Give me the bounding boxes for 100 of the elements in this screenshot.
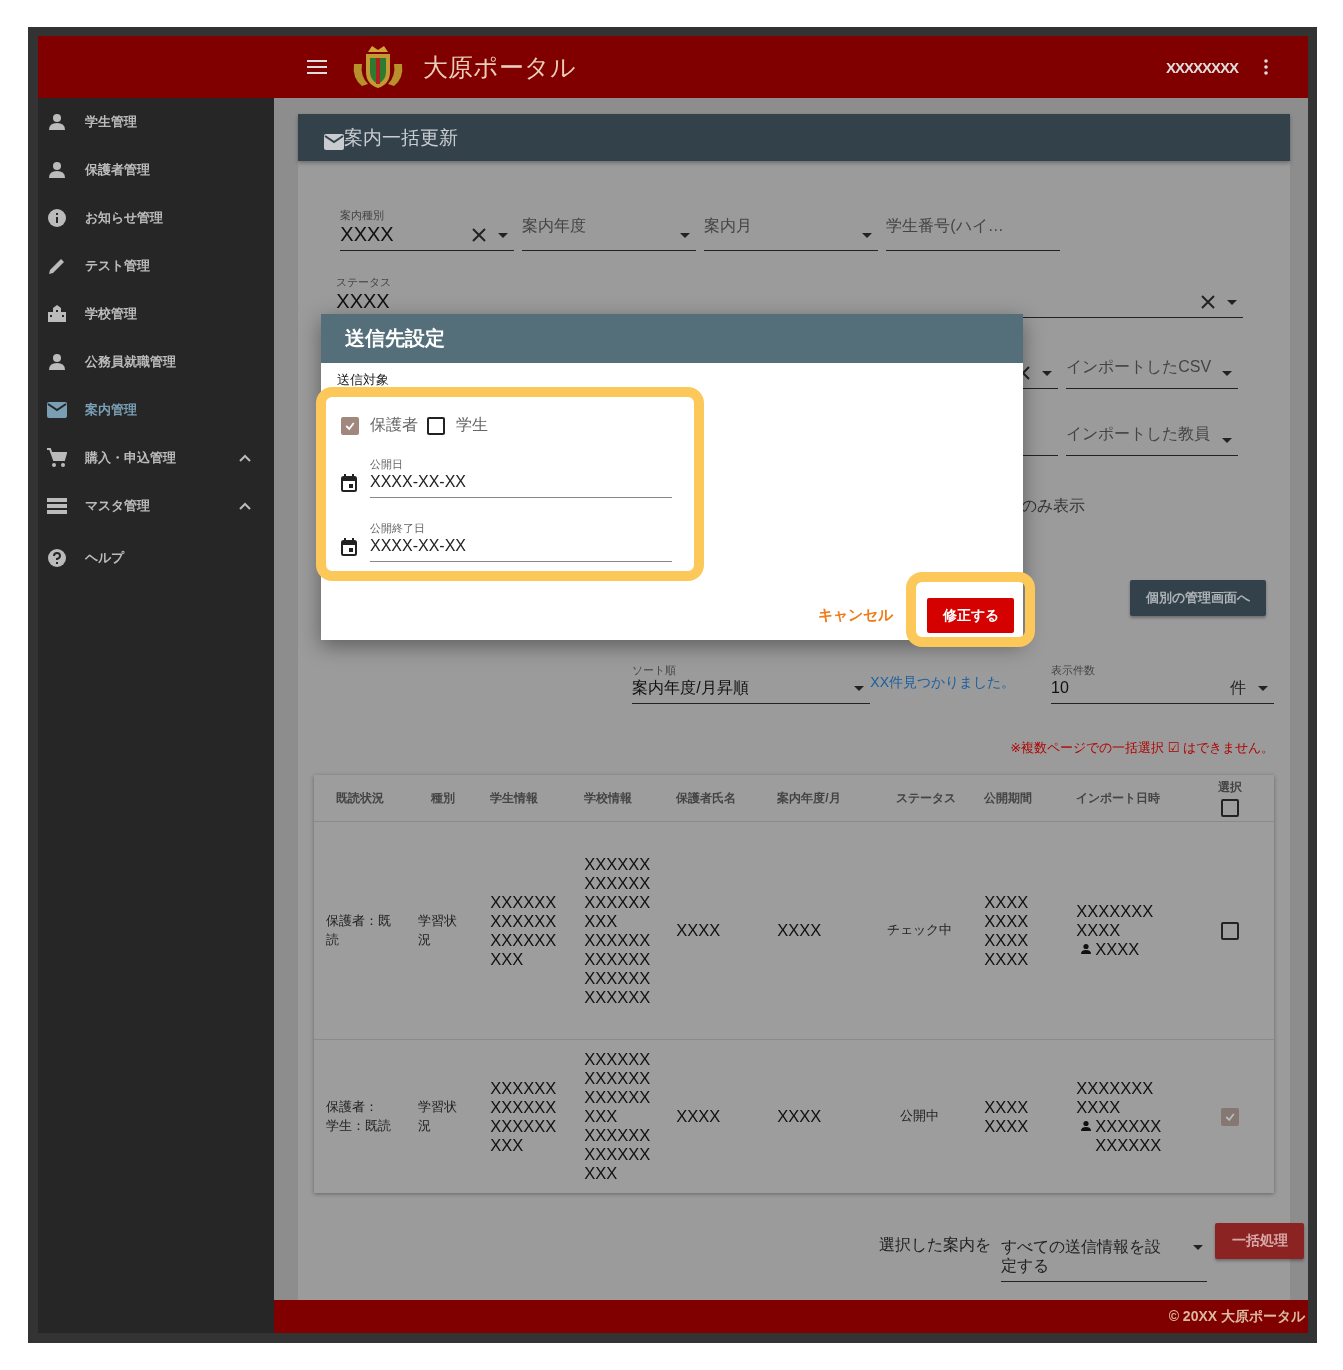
table-cell-text: XXXXXXXXXXXXXXXXXXXXX XXXXXXXXXXXXXXX	[584, 1050, 652, 1183]
sort-field[interactable]: ソート順 案内年度/月昇順	[632, 656, 871, 704]
filter-field[interactable]: 案内年度	[522, 205, 697, 251]
column-header: 既読状況	[336, 789, 385, 807]
clear-icon[interactable]	[1201, 295, 1216, 309]
sidebar-item[interactable]: お知らせ管理	[38, 194, 275, 242]
caret-icon[interactable]	[680, 233, 691, 238]
caret-icon[interactable]	[1222, 438, 1233, 443]
import-date: XXXX	[1076, 921, 1122, 940]
copyright-text: © 20XX 大原ポータル	[1168, 1307, 1305, 1326]
import-date: XXXX	[1076, 1097, 1122, 1117]
sidebar-item[interactable]: 学校管理	[38, 290, 275, 338]
table-cell-text: 保護者：既読	[326, 912, 393, 949]
per-page-field[interactable]: 表示件数 10 件	[1051, 656, 1274, 704]
importer-name: XXXXXXXXXXXX	[1095, 1116, 1163, 1155]
section-label: 送信対象	[337, 371, 389, 389]
caret-icon[interactable]	[498, 233, 509, 238]
table-cell: XXXX	[777, 921, 822, 940]
column-header: 選択	[1218, 779, 1243, 796]
calendar-icon[interactable]	[341, 538, 357, 556]
sidebar-item[interactable]: テスト管理	[38, 242, 275, 290]
import-date: XXXXXXX	[1076, 1078, 1155, 1098]
caret-icon[interactable]	[1258, 686, 1268, 691]
select-all-checkbox[interactable]	[1221, 799, 1240, 817]
row-checkbox[interactable]	[1221, 1107, 1240, 1126]
chevron-up-icon[interactable]	[239, 454, 252, 462]
notice-text: ※複数ページでの一括選択 ☑ はできません。	[1010, 739, 1274, 757]
sidebar-item[interactable]: 案内管理	[38, 386, 275, 434]
caret-icon[interactable]	[1227, 300, 1238, 305]
person-icon	[47, 352, 67, 372]
mail-icon	[324, 133, 345, 150]
mail-icon	[47, 402, 67, 418]
more-menu-icon[interactable]	[1264, 59, 1268, 75]
bulk-action-label: 選択した案内を	[879, 1235, 991, 1255]
page-title: 案内一括更新	[344, 125, 459, 150]
caret-icon[interactable]	[1222, 371, 1233, 376]
table-cell: XXXX	[777, 1107, 822, 1126]
column-header: 案内年度/月	[777, 789, 841, 807]
filter-field[interactable]: インポートしたCSV	[1066, 350, 1239, 389]
column-header: 保護者氏名	[676, 789, 737, 807]
filter-field[interactable]: 案内種別 XXXX	[340, 205, 515, 251]
importer-name: XXXX	[1095, 940, 1141, 959]
table-cell: XXXX	[676, 1107, 721, 1126]
column-header: ステータス	[895, 789, 956, 807]
table-cell: XXXX XXXX	[984, 1097, 1029, 1136]
filter-field[interactable]: インポートした教員	[1066, 417, 1239, 456]
filter-field[interactable]: 案内月	[704, 205, 879, 251]
sidebar-item[interactable]: 公務員就職管理	[38, 338, 275, 386]
table-cell-text: 学習状況	[418, 1098, 459, 1135]
date-field[interactable]: 公開日 XXXX-XX-XX	[370, 457, 672, 498]
person-icon	[47, 112, 67, 132]
checkbox-label: 学生	[456, 415, 488, 435]
table-cell-text: 公開中	[900, 1108, 940, 1125]
confirm-button[interactable]: 修正する	[927, 598, 1014, 633]
caret-icon[interactable]	[862, 233, 873, 238]
caret-icon[interactable]	[854, 686, 865, 691]
user-name[interactable]: XXXXXXXX	[1165, 58, 1238, 76]
table-cell-text: 学習状況	[418, 912, 459, 949]
table-cell-text: 保護者： 学生：既読	[326, 1098, 393, 1135]
person-icon	[1080, 1119, 1093, 1132]
filter-field[interactable]: 学生番号(ハイ…	[886, 205, 1061, 251]
person-icon	[1080, 943, 1093, 955]
dialog-title: 送信先設定	[345, 326, 445, 351]
date-field[interactable]: 公開終了日 XXXX-XX-XX	[370, 521, 672, 562]
column-header: インポート日時	[1076, 789, 1161, 807]
caret-icon[interactable]	[1193, 1245, 1203, 1250]
sidebar-item[interactable]: 学生管理	[38, 98, 275, 146]
info-icon	[47, 208, 67, 228]
target-checkbox[interactable]	[427, 416, 445, 435]
column-header: 学生情報	[490, 789, 539, 807]
target-checkbox[interactable]	[341, 416, 359, 435]
bulk-process-button[interactable]: 一括処理	[1215, 1223, 1304, 1259]
sidebar-item[interactable]: マスタ管理	[38, 482, 275, 530]
checkbox-label: 保護者	[370, 415, 418, 435]
table-cell: XXXX XXXX XXXX XXXX	[984, 892, 1029, 969]
column-header: 公開期間	[984, 789, 1033, 807]
column-header: 学校情報	[584, 789, 633, 807]
caret-icon[interactable]	[1042, 371, 1053, 376]
table-cell-text: XXXXXXXXXXXXXXXXXXXXX	[490, 892, 558, 969]
table-cell-text: XXXXXXXXXXXXXXXXXXXXX XXXXXXXXXXXXXXXXXXXXXXXX	[584, 854, 652, 1007]
result-count: XX件見つかりました。	[870, 674, 1015, 692]
sidebar-item[interactable]: 購入・申込管理	[38, 434, 275, 482]
help-icon	[47, 548, 67, 568]
cart-icon	[47, 448, 67, 468]
manage-screen-button[interactable]: 個別の管理画面へ	[1130, 580, 1266, 616]
sidebar-item[interactable]: ヘルプ	[38, 530, 275, 586]
clear-icon[interactable]	[472, 228, 487, 242]
bulk-action-select[interactable]: すべての送信情報を設定する	[1001, 1223, 1207, 1282]
list-icon	[47, 498, 67, 514]
import-date: XXXXXXX	[1076, 902, 1155, 921]
person-icon	[47, 160, 67, 180]
sidebar-item[interactable]: 保護者管理	[38, 146, 275, 194]
pencil-icon	[47, 256, 67, 276]
menu-icon[interactable]	[307, 59, 327, 75]
row-checkbox[interactable]	[1221, 921, 1240, 940]
calendar-icon[interactable]	[341, 474, 357, 492]
app-title: 大原ポータル	[423, 51, 576, 83]
chevron-up-icon[interactable]	[239, 502, 252, 510]
table-cell-text: チェック中	[887, 922, 953, 939]
table-cell-text: XXXXXXXXXXXXXXXXXXXXX	[490, 1078, 558, 1155]
